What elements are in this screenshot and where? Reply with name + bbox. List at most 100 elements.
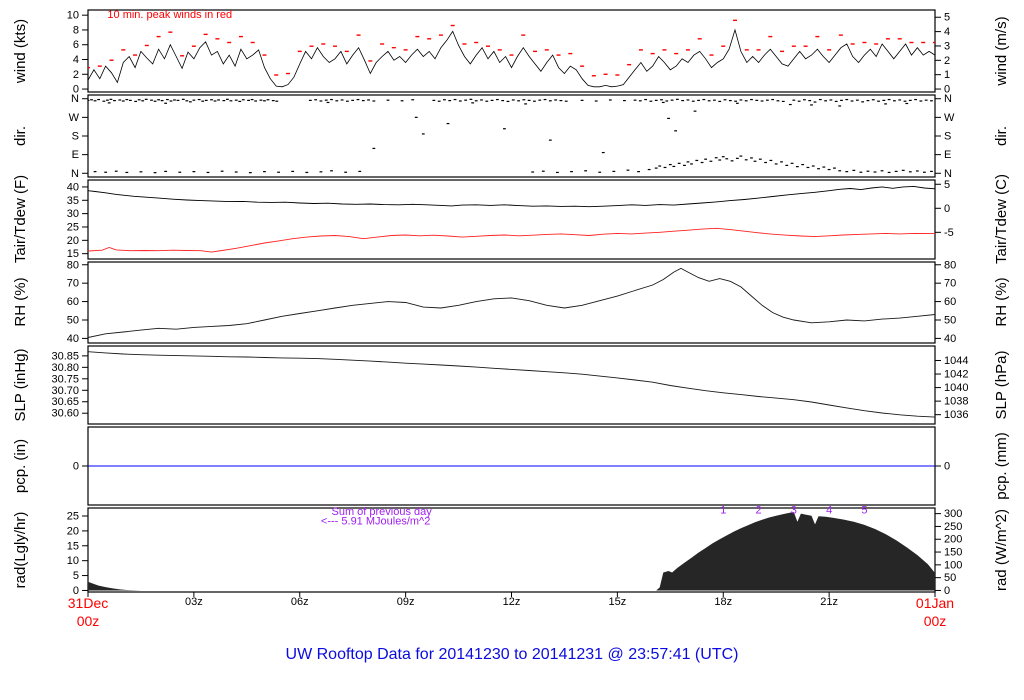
slp-right-tick-label: 1036 xyxy=(944,409,968,421)
dir-scatter-point xyxy=(817,168,820,170)
dir-scatter-point xyxy=(128,99,132,101)
dir-scatter-point xyxy=(446,122,450,125)
x-tick-label: 01Jan xyxy=(916,595,954,611)
dir-scatter-point xyxy=(914,98,917,101)
dir-scatter-point xyxy=(594,100,598,102)
temp-right-tick-label: -5 xyxy=(944,227,954,239)
dir-scatter-point xyxy=(769,159,773,162)
slp-right-tick-label: 1044 xyxy=(944,355,968,367)
dir-scatter-point xyxy=(106,99,109,101)
dir-scatter-point xyxy=(633,99,637,101)
wind-peak-dash xyxy=(909,41,914,44)
x-tick-label2: 00z xyxy=(77,613,100,629)
dir-scatter-point xyxy=(924,99,928,101)
wind-peak-dash xyxy=(368,60,373,62)
wind-left-tick-label: 8 xyxy=(73,24,79,36)
wind-peak-dash xyxy=(827,49,832,51)
dir-scatter-point xyxy=(903,100,907,102)
dir-panel-frame xyxy=(87,94,936,178)
dir-scatter-point xyxy=(750,98,753,101)
x-tick-label: 31Dec xyxy=(68,595,108,611)
rh-panel-frame xyxy=(87,261,936,344)
dir-scatter-point xyxy=(93,100,97,102)
dir-scatter-point xyxy=(234,99,238,101)
dir-scatter-point xyxy=(495,98,499,101)
dir-scatter-point xyxy=(795,166,799,168)
dir-scatter-point xyxy=(254,100,258,102)
wind-peak-dash xyxy=(768,35,773,38)
dir-scatter-point xyxy=(718,159,722,161)
wind-peak-dash xyxy=(262,54,267,56)
rh-left-tick-label: 80 xyxy=(67,259,79,271)
wind-right-tick-label: 2 xyxy=(944,55,950,67)
wind-left-tick-label: 2 xyxy=(73,69,79,81)
wind-peak-dash xyxy=(250,41,255,44)
wind-peak-dash xyxy=(215,38,220,40)
wind-peak-dash xyxy=(603,73,608,75)
wind-peak-dash xyxy=(180,55,185,57)
wind-peak-dash xyxy=(815,35,820,38)
dir-scatter-point xyxy=(176,99,180,101)
pcp-right-tick-label: 0 xyxy=(944,461,950,473)
dir-scatter-point xyxy=(780,161,783,163)
dir-scatter-point xyxy=(580,99,584,101)
dir-scatter-point xyxy=(197,98,201,101)
dir-scatter-point xyxy=(808,99,812,102)
temp-left-tick-label: 40 xyxy=(67,181,79,193)
dir-scatter-point xyxy=(448,99,452,102)
dir-scatter-point xyxy=(319,171,323,173)
dir-scatter-point xyxy=(443,99,446,101)
dir-scatter-point xyxy=(824,100,827,102)
dir-scatter-point xyxy=(725,158,729,160)
dir-scatter-point xyxy=(700,161,704,164)
dir-scatter-point xyxy=(386,99,390,101)
dir-scatter-point xyxy=(330,98,333,101)
slp-right-tick-label: 1038 xyxy=(944,396,968,408)
dir-scatter-point xyxy=(522,99,526,101)
dir-scatter-point xyxy=(667,117,670,119)
dir-scatter-point xyxy=(340,99,344,101)
dir-scatter-point xyxy=(247,99,250,101)
wind-right-tick-label: 1 xyxy=(944,69,950,81)
dir-scatter-point xyxy=(453,98,457,101)
wind-peak-dash xyxy=(356,34,361,36)
dir-scatter-point xyxy=(838,105,842,107)
dir-scatter-point xyxy=(411,99,415,101)
dir-scatter-point xyxy=(654,167,658,169)
dir-scatter-point xyxy=(125,98,129,101)
wind-peak-dash xyxy=(615,74,620,76)
dir-scatter-point xyxy=(250,98,254,101)
dir-scatter-point xyxy=(915,170,919,172)
pcp-left-tick-label: 0 xyxy=(73,461,79,473)
dir-scatter-point xyxy=(517,100,520,102)
dir-scatter-point xyxy=(213,100,217,102)
dir-scatter-point xyxy=(314,99,318,101)
dir-scatter-point xyxy=(570,171,573,173)
wind-left-tick-label: 6 xyxy=(73,39,79,51)
wind-peak-dash xyxy=(121,49,126,51)
dir-scatter-point xyxy=(139,171,143,173)
rh-right-tick-label: 40 xyxy=(944,333,956,345)
wind-peak-dash xyxy=(580,65,585,67)
wind-peak-dash xyxy=(333,45,338,47)
rad-right-tick-label: 200 xyxy=(944,534,962,546)
dir-scatter-point xyxy=(157,99,160,101)
dir-scatter-point xyxy=(421,133,425,135)
dir-scatter-point xyxy=(121,100,125,102)
slp-left-tick-label: 30.80 xyxy=(51,362,79,374)
wind-peak-dash xyxy=(921,41,926,44)
slp-right-tick-label: 1040 xyxy=(944,382,968,394)
dir-scatter-point xyxy=(584,170,588,172)
dir-scatter-point xyxy=(437,100,441,102)
wind-peak-dash xyxy=(144,44,149,47)
dir-scatter-point xyxy=(134,100,138,103)
dir-scatter-point xyxy=(834,100,838,103)
dir-scatter-point xyxy=(771,98,775,101)
dir-scatter-point xyxy=(432,99,436,101)
dir-scatter-point xyxy=(201,100,205,102)
wind-peak-dash xyxy=(627,63,632,66)
dir-scatter-point xyxy=(672,165,676,168)
dir-scatter-point xyxy=(818,98,822,101)
dir-right-tick-label: W xyxy=(944,112,955,124)
dir-scatter-point xyxy=(263,100,266,102)
